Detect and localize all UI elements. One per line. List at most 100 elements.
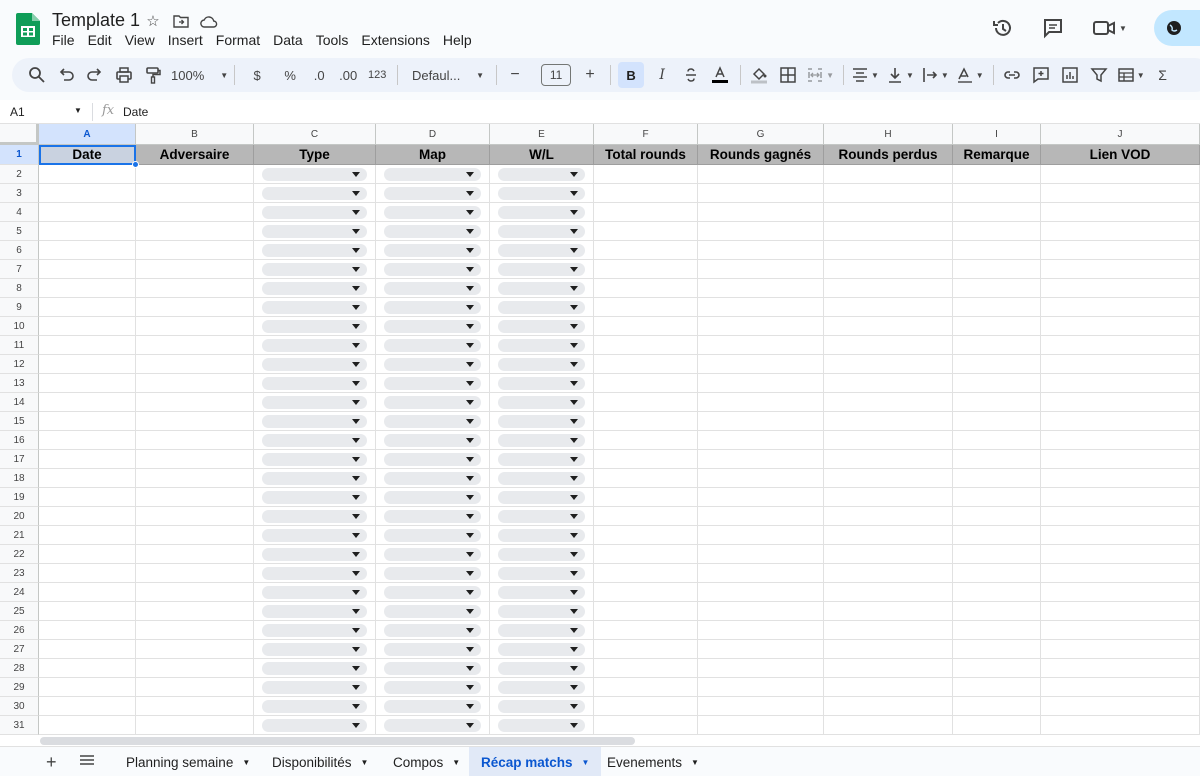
dropdown-chip[interactable] [262,320,367,333]
cell[interactable] [39,450,136,469]
cell[interactable] [824,640,953,659]
sheet-tab-caret-icon[interactable]: ▼ [242,758,250,767]
cell[interactable] [953,336,1041,355]
cell[interactable] [136,241,254,260]
cell[interactable] [824,450,953,469]
sheet-tab-caret-icon[interactable]: ▼ [582,758,590,767]
row-header[interactable]: 18 [0,469,39,488]
dropdown-chip[interactable] [498,586,585,599]
decrease-font-size-button[interactable]: − [504,62,526,88]
column-header-j[interactable]: J [1041,124,1200,145]
dropdown-chip[interactable] [384,225,481,238]
dropdown-chip[interactable] [262,567,367,580]
cell[interactable] [1041,450,1200,469]
cell[interactable] [1041,203,1200,222]
header-cell-f[interactable]: Total rounds [594,145,698,165]
cell[interactable] [953,241,1041,260]
currency-format-button[interactable]: $ [246,62,268,88]
dropdown-chip[interactable] [262,510,367,523]
dropdown-chip[interactable] [262,643,367,656]
dropdown-chip[interactable] [262,415,367,428]
row-header[interactable]: 4 [0,203,39,222]
number-format-button[interactable]: 123 [366,62,388,88]
cell[interactable] [594,545,698,564]
row-header[interactable]: 16 [0,431,39,450]
percent-format-button[interactable]: % [279,62,301,88]
cell[interactable] [594,184,698,203]
increase-decimal-button[interactable]: .00 [337,62,359,88]
dropdown-chip[interactable] [498,510,585,523]
header-cell-b[interactable]: Adversaire [136,145,254,165]
cell[interactable] [1041,393,1200,412]
cell[interactable] [953,469,1041,488]
cell[interactable] [1041,222,1200,241]
dropdown-chip[interactable] [498,605,585,618]
dropdown-chip[interactable] [262,605,367,618]
cell[interactable] [39,469,136,488]
cell[interactable] [824,374,953,393]
cell[interactable] [136,336,254,355]
cell[interactable] [698,507,824,526]
dropdown-chip[interactable] [498,548,585,561]
cell[interactable] [698,564,824,583]
cell[interactable] [698,393,824,412]
dropdown-chip[interactable] [498,358,585,371]
cell[interactable] [698,374,824,393]
cell[interactable] [594,336,698,355]
cell[interactable] [698,279,824,298]
zoom-select[interactable]: 100% ▼ [171,62,228,88]
dropdown-chip[interactable] [384,643,481,656]
header-cell-c[interactable]: Type [254,145,376,165]
cell[interactable] [136,374,254,393]
comments-icon[interactable] [1040,15,1066,41]
cell[interactable] [136,507,254,526]
cell[interactable] [594,412,698,431]
cell[interactable] [824,184,953,203]
cell[interactable] [1041,545,1200,564]
selection-fill-handle[interactable] [132,161,139,168]
cell[interactable] [824,393,953,412]
cell[interactable] [1041,678,1200,697]
header-cell-i[interactable]: Remarque [953,145,1041,165]
dropdown-chip[interactable] [262,396,367,409]
dropdown-chip[interactable] [262,244,367,257]
cell[interactable] [594,583,698,602]
cell[interactable] [953,602,1041,621]
strikethrough-icon[interactable] [680,62,702,88]
cell[interactable] [824,203,953,222]
cell[interactable] [136,583,254,602]
horizontal-scrollbar[interactable] [0,736,1200,746]
cell[interactable] [594,507,698,526]
cell[interactable] [1041,260,1200,279]
cell[interactable] [698,412,824,431]
cell[interactable] [1041,469,1200,488]
cell[interactable] [1041,298,1200,317]
cell[interactable] [39,298,136,317]
menu-help[interactable]: Help [443,32,478,48]
cell[interactable] [953,317,1041,336]
cell[interactable] [698,203,824,222]
cell[interactable] [39,184,136,203]
dropdown-chip[interactable] [262,358,367,371]
dropdown-chip[interactable] [384,187,481,200]
dropdown-chip[interactable] [262,586,367,599]
dropdown-chip[interactable] [384,548,481,561]
cell[interactable] [824,241,953,260]
cell[interactable] [953,621,1041,640]
cell[interactable] [953,374,1041,393]
cell[interactable] [136,317,254,336]
cell[interactable] [39,412,136,431]
cell[interactable] [594,317,698,336]
cell[interactable] [953,640,1041,659]
dropdown-chip[interactable] [384,472,481,485]
row-header[interactable]: 9 [0,298,39,317]
cell[interactable] [698,526,824,545]
cell[interactable] [136,678,254,697]
cell[interactable] [136,279,254,298]
cell[interactable] [39,355,136,374]
cell[interactable] [953,716,1041,735]
cell[interactable] [39,317,136,336]
cell[interactable] [824,336,953,355]
header-cell-j[interactable]: Lien VOD [1041,145,1200,165]
text-rotation-icon[interactable]: ▼ [956,62,984,88]
